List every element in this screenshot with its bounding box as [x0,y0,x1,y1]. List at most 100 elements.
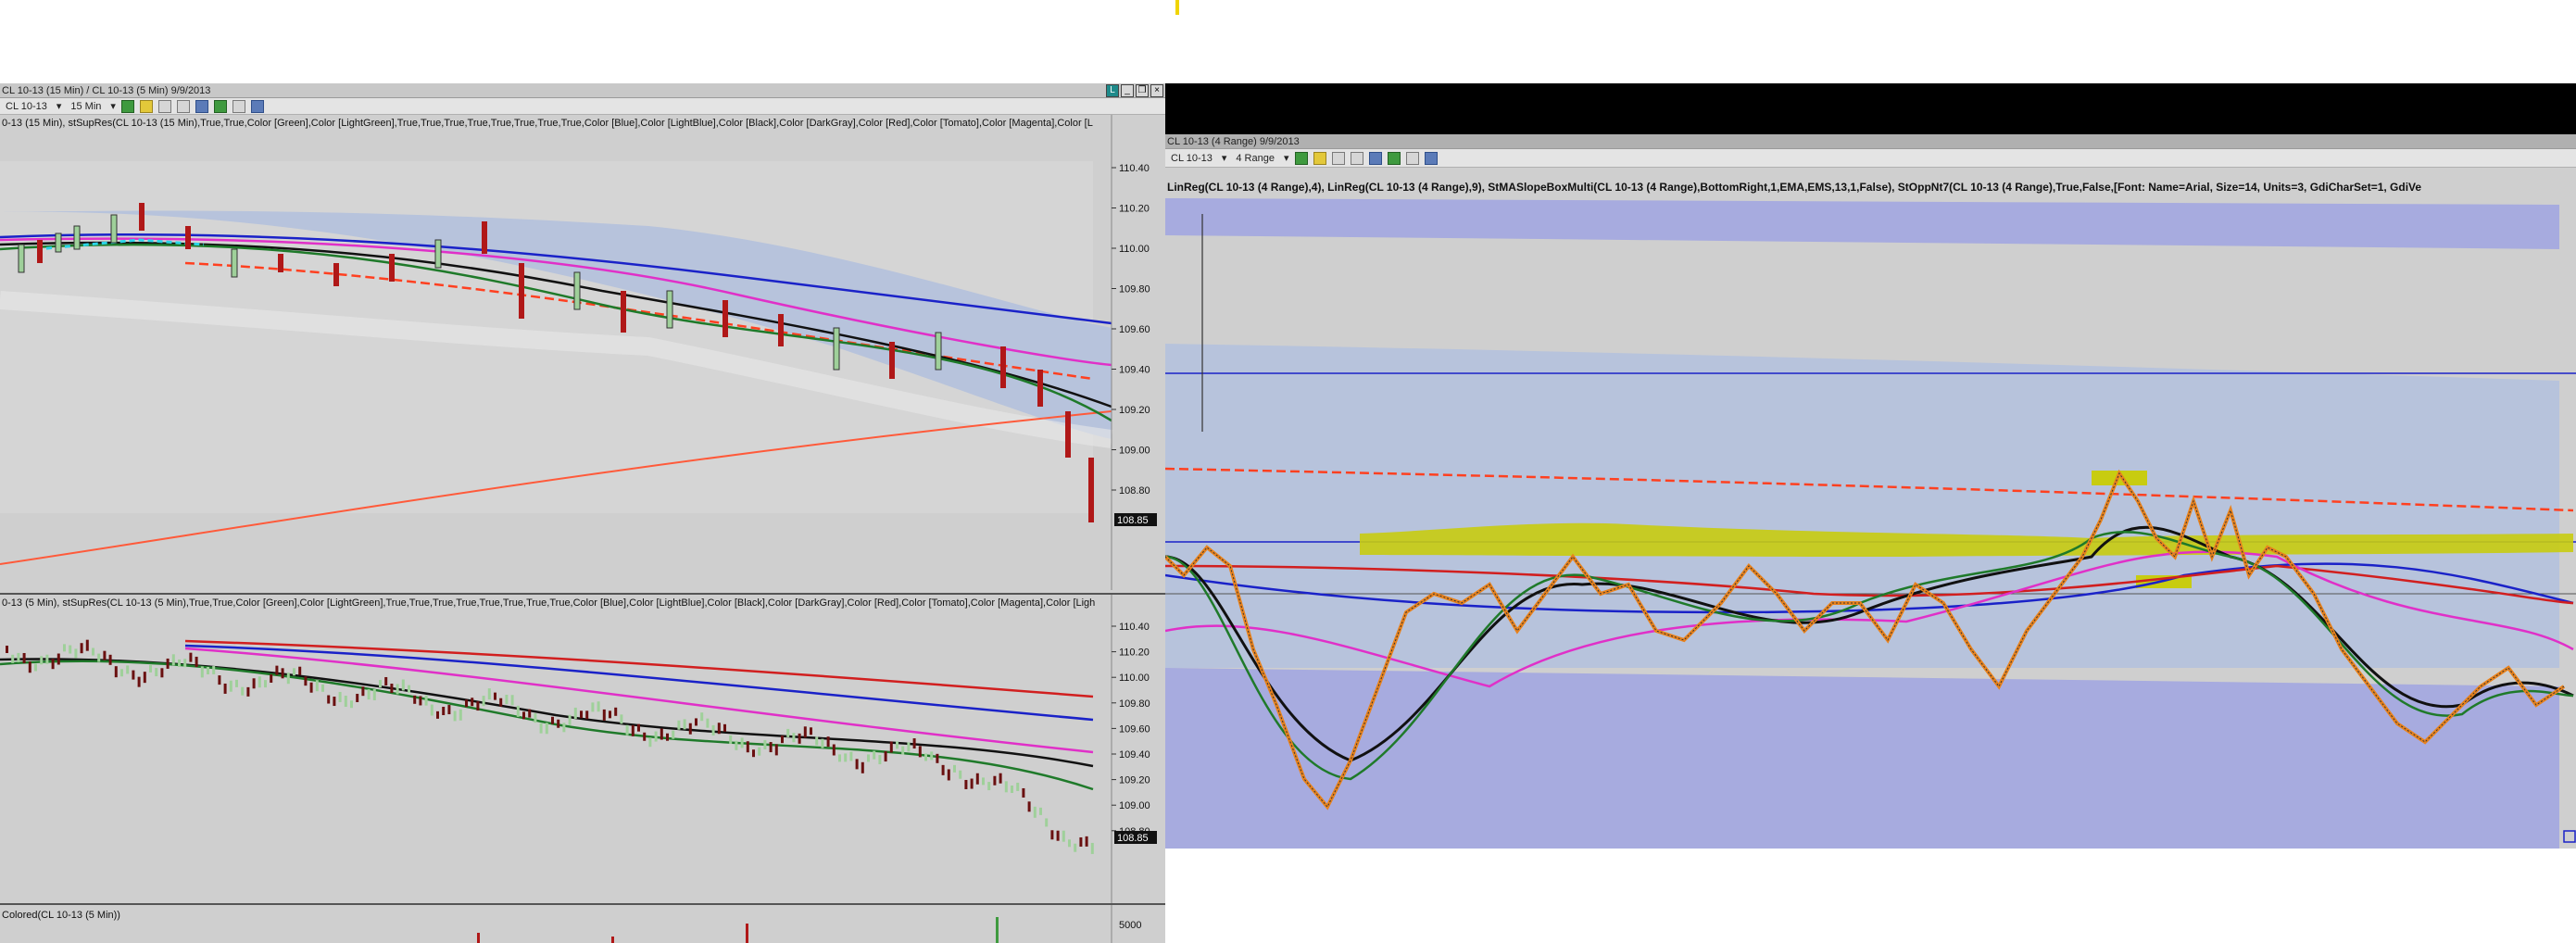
candle [1068,839,1071,848]
right-instrument-select[interactable]: CL 10-13 [1167,153,1216,164]
candle [901,746,905,755]
crosshair-icon[interactable] [176,99,190,113]
price-tick-label: 110.40 [1119,622,1150,633]
candle [229,680,232,692]
candle [494,692,496,700]
candle [672,730,675,739]
candle [873,750,876,760]
bar-type-icon[interactable] [120,99,134,113]
pencil-icon[interactable] [1331,151,1345,165]
candle [92,648,94,656]
candle [390,684,394,694]
left-toolbar: CL 10-13 ▾ 15 Min ▾ [0,98,1165,115]
candle [241,686,245,696]
candle [471,698,474,707]
candle [677,720,681,730]
candle [350,700,353,709]
candle [522,711,525,720]
strategies-icon[interactable] [232,99,245,113]
candle [700,712,704,722]
candle [545,723,548,735]
candle [453,710,457,722]
left-volume-panel[interactable]: Colored(CL 10-13 (5 Min)) 5000 [0,903,1165,943]
left-top-chart-svg[interactable]: 110.40 110.20 110.00 109.80 109.60 109.40 109.… [0,115,1165,590]
candle [149,664,152,673]
candle [717,723,721,735]
left-window-controls: L _ ❐ × [1106,84,1163,97]
candle [896,741,898,749]
left-chart-window[interactable]: CL 10-13 (15 Min) / CL 10-13 (5 Min) 9/9… [0,83,1165,943]
minimize-icon[interactable]: _ [1121,84,1134,97]
indicators-icon[interactable] [1387,151,1401,165]
left-mid-chart-svg[interactable]: 110.40 110.20 110.00 109.80 109.60 109.40 109.… [0,595,1165,903]
candle [379,680,382,688]
candle [40,656,44,665]
candle [315,680,319,692]
indicators-icon[interactable] [213,99,227,113]
right-chart-svg[interactable] [1165,168,2576,849]
candle [487,688,491,700]
candle [528,709,532,718]
zoom-icon[interactable] [195,99,208,113]
draw-tool-icon[interactable] [1313,151,1326,165]
left-instrument-select[interactable]: CL 10-13 [2,101,51,112]
candle [711,724,715,736]
price-tick-label: 109.00 [1119,446,1150,457]
candle [293,668,295,676]
candle [1079,836,1083,847]
candle [258,676,261,688]
candle [442,707,446,716]
candle [557,719,560,728]
right-period-select[interactable]: 4 Range [1232,153,1278,164]
candle [1045,818,1049,827]
candle [465,699,468,708]
candle [821,738,824,748]
left-window-title[interactable]: CL 10-13 (15 Min) / CL 10-13 (5 Min) 9/9… [0,83,1165,98]
candle [166,658,170,669]
right-chart-panel[interactable]: LinReg(CL 10-13 (4 Range),4), LinReg(CL … [1165,168,2576,849]
candle [591,702,595,712]
candle [85,639,89,651]
restore-icon[interactable]: ❐ [1136,84,1149,97]
candle [235,679,238,687]
price-tick-label: 109.40 [1119,365,1150,376]
right-window-title[interactable]: CL 10-13 (4 Range) 9/9/2013 [1165,134,2576,149]
box-icon[interactable] [2563,830,2576,843]
left-volume-chart-svg[interactable]: 5000 [0,905,1165,943]
left-mid-panel[interactable]: 0-13 (5 Min), stSupRes(CL 10-13 (5 Min),… [0,593,1165,903]
link-icon[interactable]: L [1106,84,1119,97]
left-period-select[interactable]: 15 Min [67,101,105,112]
candle [510,695,514,706]
chevron-down-icon[interactable]: ▾ [1222,152,1227,164]
candle [562,723,566,733]
candle [832,744,836,756]
candle [281,668,284,679]
left-top-panel[interactable]: 0-13 (15 Min), stSupRes(CL 10-13 (15 Min… [0,115,1165,590]
chevron-down-icon[interactable]: ▾ [110,100,116,112]
candle [620,714,623,724]
bar-type-icon[interactable] [1294,151,1308,165]
pencil-icon[interactable] [157,99,171,113]
candle [28,661,31,673]
strategies-icon[interactable] [1405,151,1419,165]
chevron-down-icon[interactable]: ▾ [57,100,62,112]
right-chart-window[interactable]: CL 10-13 (4 Range) 9/9/2013 CL 10-13 ▾ 4… [1165,134,2576,849]
right-title-text: CL 10-13 (4 Range) 9/9/2013 [1167,136,1300,147]
chevron-down-icon[interactable]: ▾ [1284,152,1289,164]
properties-icon[interactable] [250,99,264,113]
candle [22,652,26,663]
properties-icon[interactable] [1424,151,1438,165]
candle [740,737,744,748]
candle [499,698,503,707]
draw-tool-icon[interactable] [139,99,153,113]
close-icon[interactable]: × [1150,84,1163,97]
left-title-text: CL 10-13 (15 Min) / CL 10-13 (5 Min) 9/9… [2,85,211,96]
candle [419,696,422,706]
zoom-icon[interactable] [1368,151,1382,165]
candle [602,709,606,721]
crosshair-icon[interactable] [1350,151,1363,165]
candle [912,738,916,749]
candle [108,654,112,665]
candle [275,665,279,675]
candle [286,673,290,685]
